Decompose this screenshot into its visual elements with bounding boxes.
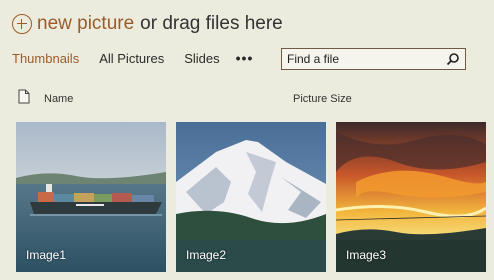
picture-thumbnail-image2[interactable]: Image2 bbox=[176, 122, 326, 272]
column-header: Name Picture Size bbox=[18, 88, 478, 108]
plus-circle-icon[interactable] bbox=[12, 14, 32, 34]
tab-thumbnails[interactable]: Thumbnails bbox=[12, 51, 79, 66]
search-box bbox=[281, 48, 466, 70]
picture-caption: Image3 bbox=[346, 248, 387, 262]
drag-files-hint: or drag files here bbox=[140, 13, 283, 34]
new-picture-area: new picture or drag files here bbox=[12, 12, 283, 36]
picture-caption: Image1 bbox=[26, 248, 67, 262]
search-icon bbox=[446, 53, 459, 66]
view-tabs: Thumbnails All Pictures Slides ••• bbox=[12, 50, 253, 66]
column-picture-size[interactable]: Picture Size bbox=[293, 93, 352, 105]
picture-caption: Image2 bbox=[186, 248, 227, 262]
picture-thumbnail-image3[interactable]: Image3 bbox=[336, 122, 486, 272]
column-name[interactable]: Name bbox=[44, 93, 73, 105]
search-input[interactable] bbox=[282, 49, 441, 69]
picture-thumbnail-image1[interactable]: Image1 bbox=[16, 122, 166, 272]
more-options-button[interactable]: ••• bbox=[236, 50, 254, 66]
search-button[interactable] bbox=[441, 49, 465, 69]
tab-slides[interactable]: Slides bbox=[184, 51, 219, 66]
document-icon[interactable] bbox=[18, 89, 30, 104]
new-picture-link[interactable]: new picture bbox=[37, 13, 134, 35]
tab-all-pictures[interactable]: All Pictures bbox=[99, 51, 164, 66]
